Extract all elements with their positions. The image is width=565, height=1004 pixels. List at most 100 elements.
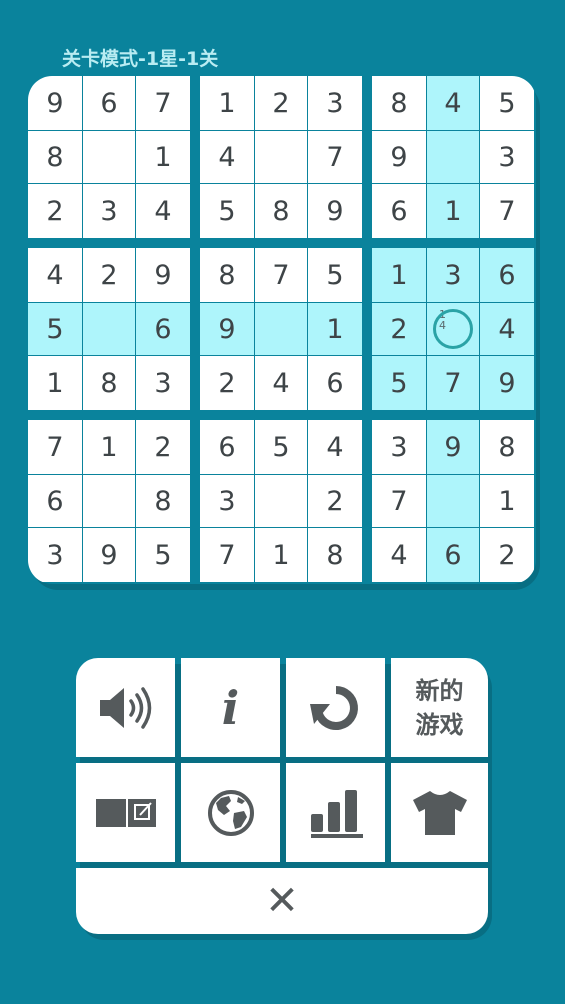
sudoku-cell[interactable]: 8 [136,475,190,527]
sudoku-cell[interactable]: 4 [308,420,362,474]
sudoku-cell[interactable]: 7 [255,248,307,302]
sudoku-cell[interactable] [83,131,135,183]
sound-button[interactable] [76,658,175,757]
sudoku-board: 9671238458147932345896174298751365691214… [28,76,536,584]
sudoku-cell[interactable]: 4 [136,184,190,238]
sudoku-cell[interactable]: 7 [372,475,426,527]
sudoku-cell[interactable]: 6 [83,76,135,130]
sudoku-cell[interactable]: 14 [427,303,479,355]
sudoku-cell[interactable]: 9 [136,248,190,302]
sudoku-cell[interactable]: 2 [480,528,534,582]
new-game-label-line2: 游戏 [415,710,464,739]
sudoku-cell[interactable]: 2 [308,475,362,527]
sudoku-cell[interactable]: 6 [200,420,254,474]
sudoku-cell[interactable]: 1 [28,356,82,410]
selection-ring [433,309,473,349]
sudoku-cell[interactable]: 9 [372,131,426,183]
sudoku-cell[interactable]: 7 [427,356,479,410]
sudoku-cell[interactable]: 2 [83,248,135,302]
sudoku-cell[interactable]: 4 [28,248,82,302]
new-game-button[interactable]: 新的 游戏 [391,658,488,757]
sudoku-cell[interactable]: 4 [372,528,426,582]
sudoku-cell[interactable]: 5 [308,248,362,302]
sudoku-cell[interactable]: 6 [427,528,479,582]
sudoku-cell[interactable]: 3 [372,420,426,474]
info-button[interactable]: i [181,658,280,757]
sudoku-cell[interactable]: 2 [28,184,82,238]
sudoku-cell[interactable]: 8 [480,420,534,474]
sudoku-cell[interactable]: 9 [308,184,362,238]
new-game-label-line1: 新的 [415,676,464,705]
sudoku-cell[interactable]: 2 [136,420,190,474]
sudoku-cell[interactable]: 7 [200,528,254,582]
sudoku-cell[interactable]: 8 [28,131,82,183]
mode-title: 关卡模式-1星-1关 [62,48,219,70]
sudoku-cell[interactable]: 1 [255,528,307,582]
sudoku-cell[interactable]: 3 [308,76,362,130]
sudoku-cell[interactable]: 1 [427,184,479,238]
sudoku-cell[interactable]: 5 [372,356,426,410]
sudoku-cell[interactable]: 3 [28,528,82,582]
sudoku-cell[interactable]: 4 [480,303,534,355]
sudoku-cell[interactable]: 5 [200,184,254,238]
sudoku-cell[interactable]: 3 [427,248,479,302]
notes-toggle-button[interactable] [76,763,175,862]
sudoku-cell[interactable]: 8 [83,356,135,410]
sudoku-cell[interactable]: 1 [83,420,135,474]
sudoku-cell[interactable]: 9 [427,420,479,474]
sudoku-cell[interactable]: 8 [372,76,426,130]
sudoku-cell[interactable]: 7 [308,131,362,183]
sudoku-cell[interactable]: 2 [255,76,307,130]
sudoku-cell[interactable]: 6 [136,303,190,355]
sudoku-cell[interactable]: 8 [200,248,254,302]
sudoku-cell[interactable]: 5 [136,528,190,582]
globe-button[interactable] [181,763,280,862]
sudoku-cell[interactable]: 2 [372,303,426,355]
sudoku-cell[interactable]: 7 [480,184,534,238]
sudoku-cell[interactable]: 8 [308,528,362,582]
sudoku-cell[interactable]: 5 [480,76,534,130]
close-icon: ✕ [265,878,299,924]
sudoku-cell[interactable]: 6 [372,184,426,238]
sudoku-cell[interactable] [255,131,307,183]
sudoku-cell[interactable] [83,475,135,527]
sudoku-cell[interactable]: 3 [200,475,254,527]
sudoku-cell[interactable]: 9 [480,356,534,410]
sudoku-cell[interactable]: 5 [28,303,82,355]
sudoku-cell[interactable] [427,131,479,183]
restart-button[interactable] [286,658,385,757]
sudoku-cell[interactable]: 8 [255,184,307,238]
sudoku-cell[interactable] [427,475,479,527]
sudoku-cell[interactable]: 1 [200,76,254,130]
sudoku-cell[interactable]: 3 [136,356,190,410]
sudoku-cell[interactable]: 4 [255,356,307,410]
sudoku-cell[interactable] [255,303,307,355]
sudoku-cell[interactable]: 1 [480,475,534,527]
speaker-icon [99,686,151,729]
close-menu-button[interactable]: ✕ [76,868,488,934]
sudoku-cell[interactable]: 1 [308,303,362,355]
sudoku-cell[interactable]: 9 [28,76,82,130]
sudoku-cell[interactable]: 6 [480,248,534,302]
sudoku-cell[interactable]: 9 [200,303,254,355]
sudoku-cell[interactable]: 4 [200,131,254,183]
sudoku-cell[interactable]: 1 [136,131,190,183]
stats-icon [310,789,363,838]
stats-button[interactable] [286,763,385,862]
sudoku-cell[interactable]: 6 [28,475,82,527]
sudoku-cell[interactable]: 5 [255,420,307,474]
sudoku-cell[interactable]: 7 [136,76,190,130]
sudoku-cell[interactable]: 3 [83,184,135,238]
sudoku-cell[interactable] [83,303,135,355]
sudoku-cell[interactable]: 9 [83,528,135,582]
sudoku-cell[interactable]: 4 [427,76,479,130]
sudoku-cell[interactable]: 6 [308,356,362,410]
globe-icon [207,789,254,836]
theme-button[interactable] [391,763,488,862]
sudoku-cell[interactable]: 3 [480,131,534,183]
sudoku-cell[interactable]: 2 [200,356,254,410]
sudoku-cell[interactable]: 7 [28,420,82,474]
sudoku-cell[interactable]: 1 [372,248,426,302]
tshirt-icon [412,790,467,835]
sudoku-cell[interactable] [255,475,307,527]
